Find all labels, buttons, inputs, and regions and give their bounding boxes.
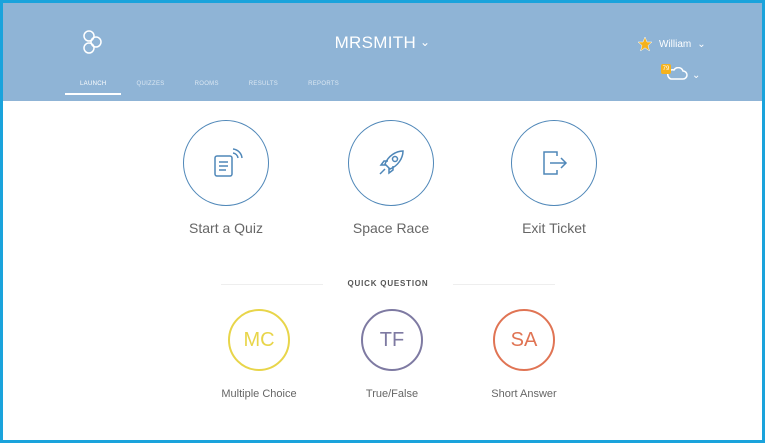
class-name: MRSMITH	[334, 33, 417, 52]
multiple-choice-button[interactable]: MC	[228, 309, 290, 371]
space-race-tile[interactable]: Space Race	[336, 120, 446, 236]
user-menu[interactable]: William ⌄	[637, 36, 706, 52]
chevron-down-icon: ⌄	[692, 70, 701, 81]
chevron-down-icon: ⌄	[697, 38, 706, 50]
tab-launch[interactable]: LAUNCH	[65, 81, 122, 95]
space-race-circle[interactable]	[348, 120, 434, 206]
start-quiz-label: Start a Quiz	[189, 220, 263, 236]
chevron-down-icon: ⌄	[420, 35, 431, 49]
top-header: MRSMITH ⌄ William ⌄ LAUNCH QUIZZES ROOMS …	[3, 3, 762, 101]
true-false-abbr: TF	[379, 328, 405, 351]
cloud-badge: 79	[661, 64, 671, 74]
multiple-choice-tile[interactable]: MC Multiple Choice	[204, 309, 314, 400]
tab-rooms[interactable]: ROOMS	[180, 81, 234, 95]
start-quiz-circle[interactable]	[183, 120, 269, 206]
exit-ticket-label: Exit Ticket	[522, 220, 586, 236]
app-window: MRSMITH ⌄ William ⌄ LAUNCH QUIZZES ROOMS …	[0, 0, 765, 443]
divider	[453, 284, 555, 285]
star-icon	[637, 36, 653, 52]
space-race-label: Space Race	[352, 220, 430, 236]
true-false-label: True/False	[365, 388, 419, 400]
tab-quizzes[interactable]: QUIZZES	[121, 81, 179, 95]
tab-results[interactable]: RESULTS	[234, 81, 293, 95]
short-answer-abbr: SA	[510, 328, 538, 351]
rocket-icon	[379, 150, 404, 175]
true-false-button[interactable]: TF	[361, 309, 423, 371]
cloud-sync-menu[interactable]: 79 ⌄	[661, 64, 701, 84]
multiple-choice-abbr: MC	[243, 328, 275, 351]
exit-door-icon	[543, 151, 568, 175]
quiz-document-icon	[214, 148, 243, 177]
short-answer-tile[interactable]: SA Short Answer	[469, 309, 579, 400]
short-answer-button[interactable]: SA	[493, 309, 555, 371]
exit-ticket-tile[interactable]: Exit Ticket	[499, 120, 609, 236]
start-quiz-tile[interactable]: Start a Quiz	[171, 120, 281, 236]
exit-ticket-circle[interactable]	[511, 120, 597, 206]
multiple-choice-label: Multiple Choice	[221, 388, 297, 400]
main-nav: LAUNCH QUIZZES ROOMS RESULTS REPORTS	[65, 81, 354, 95]
true-false-tile[interactable]: TF True/False	[337, 309, 447, 400]
tab-reports[interactable]: REPORTS	[293, 81, 354, 95]
user-name: William	[659, 38, 692, 50]
short-answer-label: Short Answer	[491, 388, 557, 400]
